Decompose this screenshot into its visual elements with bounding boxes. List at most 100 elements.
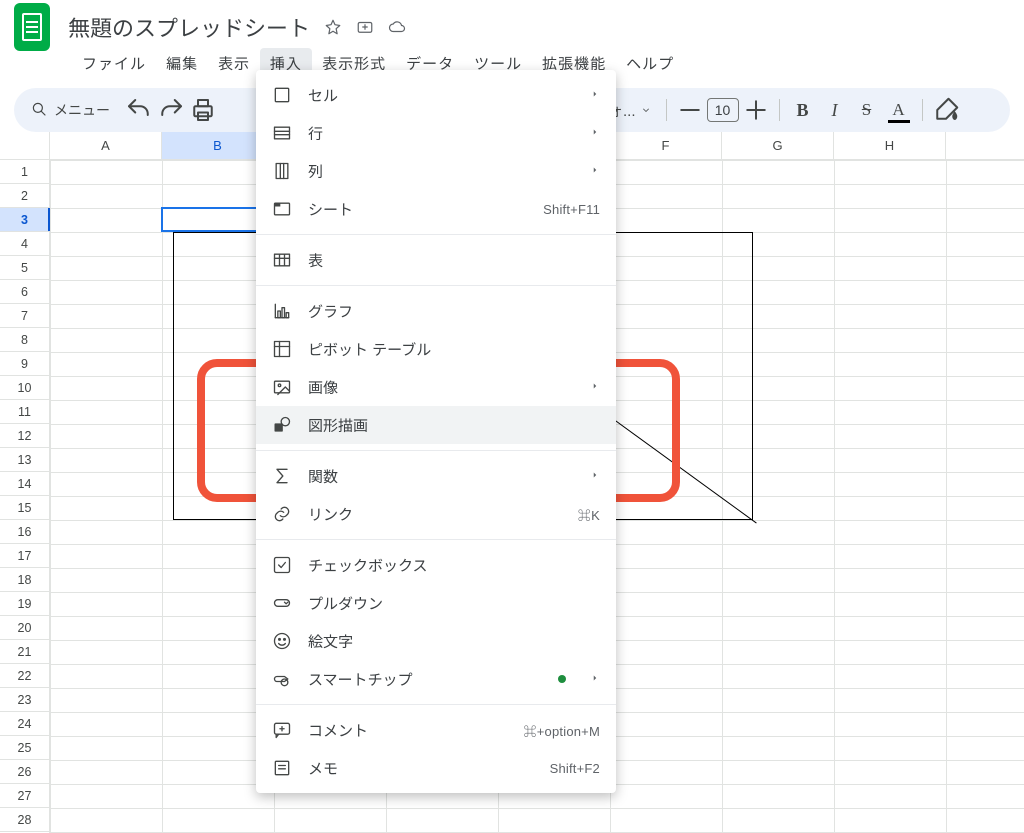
undo-button[interactable] <box>124 95 154 125</box>
row-header-14[interactable]: 14 <box>0 472 49 496</box>
comment-icon <box>272 720 292 740</box>
fill-color-button[interactable] <box>931 95 961 125</box>
italic-button[interactable]: I <box>820 95 850 125</box>
menu-item-label: ピボット テーブル <box>308 339 600 360</box>
cell-icon <box>272 85 292 105</box>
row-header-11[interactable]: 11 <box>0 400 49 424</box>
sigma-icon <box>272 466 292 486</box>
row-header-9[interactable]: 9 <box>0 352 49 376</box>
print-button[interactable] <box>188 95 218 125</box>
row-header-27[interactable]: 27 <box>0 784 49 808</box>
row-header-15[interactable]: 15 <box>0 496 49 520</box>
menu-item-label: グラフ <box>308 301 600 322</box>
app-icon[interactable] <box>14 3 50 51</box>
insert-menu-item-dropdown[interactable]: プルダウン <box>256 584 616 622</box>
row-header-18[interactable]: 18 <box>0 568 49 592</box>
row-header-5[interactable]: 5 <box>0 256 49 280</box>
submenu-arrow-icon <box>590 673 600 686</box>
row-header-28[interactable]: 28 <box>0 808 49 832</box>
insert-menu-item-rows[interactable]: 行 <box>256 114 616 152</box>
search-icon <box>30 100 48 121</box>
insert-menu-item-link[interactable]: リンク ⌘K <box>256 495 616 533</box>
menu-item-label: リンク <box>308 504 562 525</box>
emoji-icon <box>272 631 292 651</box>
row-header-23[interactable]: 23 <box>0 688 49 712</box>
column-header-F[interactable]: F <box>610 132 722 159</box>
row-header-26[interactable]: 26 <box>0 760 49 784</box>
dropdown-icon <box>272 593 292 613</box>
text-color-button[interactable]: A <box>884 95 914 125</box>
insert-menu-item-check[interactable]: チェックボックス <box>256 546 616 584</box>
insert-menu-item-sheet[interactable]: シート Shift+F11 <box>256 190 616 228</box>
move-icon[interactable] <box>356 18 374 36</box>
row-header-20[interactable]: 20 <box>0 616 49 640</box>
menu-item-label: メモ <box>308 758 534 779</box>
menu-item-label: 表 <box>308 250 600 271</box>
row-header-17[interactable]: 17 <box>0 544 49 568</box>
menu-表示[interactable]: 表示 <box>208 48 260 79</box>
row-header-6[interactable]: 6 <box>0 280 49 304</box>
menu-search-label: メニュー <box>54 100 110 120</box>
menu-ヘルプ[interactable]: ヘルプ <box>616 48 684 79</box>
strikethrough-button[interactable]: S <box>852 95 882 125</box>
pivot-icon <box>272 339 292 359</box>
row-header-2[interactable]: 2 <box>0 184 49 208</box>
insert-menu-item-chip[interactable]: スマートチップ <box>256 660 616 698</box>
document-title[interactable]: 無題のスプレッドシート <box>68 11 310 43</box>
row-header-12[interactable]: 12 <box>0 424 49 448</box>
row-header-21[interactable]: 21 <box>0 640 49 664</box>
row-header-13[interactable]: 13 <box>0 448 49 472</box>
menu-ファイル[interactable]: ファイル <box>72 48 156 79</box>
row-headers: 1234567891011121314151617181920212223242… <box>0 160 50 833</box>
insert-menu-item-chart[interactable]: グラフ <box>256 292 616 330</box>
row-header-4[interactable]: 4 <box>0 232 49 256</box>
column-header-G[interactable]: G <box>722 132 834 159</box>
row-header-22[interactable]: 22 <box>0 664 49 688</box>
insert-menu-dropdown: セル行列シートShift+F11表グラフピボット テーブル画像図形描画関数リンク… <box>256 70 616 793</box>
cloud-status-icon[interactable] <box>388 18 406 36</box>
row-header-16[interactable]: 16 <box>0 520 49 544</box>
row-header-8[interactable]: 8 <box>0 328 49 352</box>
image-icon <box>272 377 292 397</box>
star-icon[interactable] <box>324 18 342 36</box>
insert-menu-item-note[interactable]: メモShift+F2 <box>256 749 616 787</box>
menu-search[interactable]: メニュー <box>22 93 122 127</box>
keyboard-shortcut: ⌘K <box>578 505 600 524</box>
row-header-25[interactable]: 25 <box>0 736 49 760</box>
row-header-24[interactable]: 24 <box>0 712 49 736</box>
menu-item-label: スマートチップ <box>308 669 542 690</box>
cols-icon <box>272 161 292 181</box>
font-size-input[interactable]: 10 <box>707 98 739 122</box>
font-size-increase[interactable] <box>741 95 771 125</box>
new-indicator-dot <box>558 675 566 683</box>
insert-menu-item-table[interactable]: 表 <box>256 241 616 279</box>
insert-menu-item-pivot[interactable]: ピボット テーブル <box>256 330 616 368</box>
insert-menu-item-cols[interactable]: 列 <box>256 152 616 190</box>
menu-item-label: シート <box>308 199 527 220</box>
submenu-arrow-icon <box>590 165 600 178</box>
chip-icon <box>272 669 292 689</box>
bold-button[interactable]: B <box>788 95 818 125</box>
font-size-decrease[interactable] <box>675 95 705 125</box>
row-header-7[interactable]: 7 <box>0 304 49 328</box>
row-header-3[interactable]: 3 <box>0 208 49 232</box>
insert-menu-item-comment[interactable]: コメント⌘+option+M <box>256 711 616 749</box>
submenu-arrow-icon <box>590 127 600 140</box>
menu-item-label: セル <box>308 85 574 106</box>
row-header-10[interactable]: 10 <box>0 376 49 400</box>
menu-item-label: 図形描画 <box>308 415 600 436</box>
insert-menu-item-cell[interactable]: セル <box>256 76 616 114</box>
select-all-corner[interactable] <box>0 132 50 160</box>
column-header-H[interactable]: H <box>834 132 946 159</box>
menu-編集[interactable]: 編集 <box>156 48 208 79</box>
rows-icon <box>272 123 292 143</box>
insert-menu-item-emoji[interactable]: 絵文字 <box>256 622 616 660</box>
redo-button[interactable] <box>156 95 186 125</box>
insert-menu-item-sigma[interactable]: 関数 <box>256 457 616 495</box>
row-header-19[interactable]: 19 <box>0 592 49 616</box>
insert-menu-item-drawing[interactable]: 図形描画 <box>256 406 616 444</box>
keyboard-shortcut: Shift+F11 <box>543 202 600 217</box>
insert-menu-item-image[interactable]: 画像 <box>256 368 616 406</box>
row-header-1[interactable]: 1 <box>0 160 49 184</box>
column-header-A[interactable]: A <box>50 132 162 159</box>
